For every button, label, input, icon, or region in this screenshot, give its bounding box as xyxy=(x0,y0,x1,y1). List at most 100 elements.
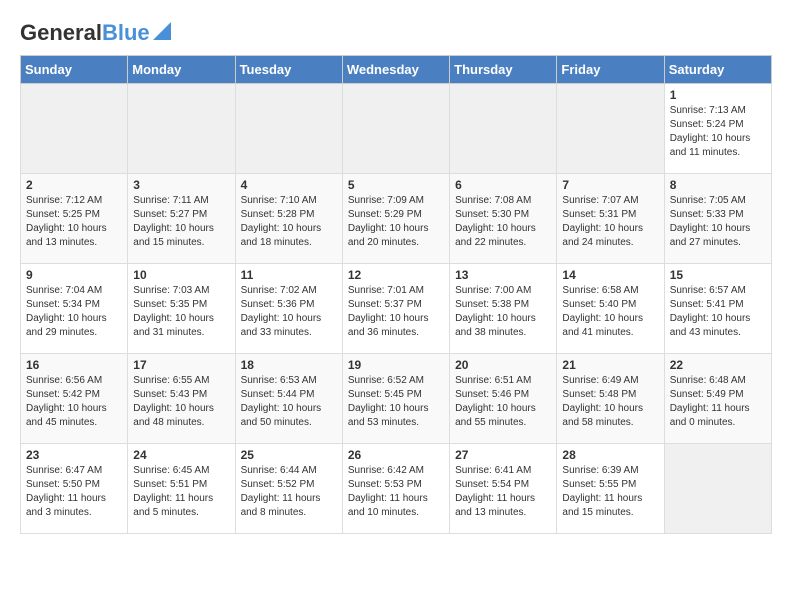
day-header-sunday: Sunday xyxy=(21,56,128,84)
calendar-cell: 14Sunrise: 6:58 AM Sunset: 5:40 PM Dayli… xyxy=(557,264,664,354)
day-info: Sunrise: 7:05 AM Sunset: 5:33 PM Dayligh… xyxy=(670,194,766,250)
day-info: Sunrise: 6:41 AM Sunset: 5:54 PM Dayligh… xyxy=(455,464,551,520)
day-info: Sunrise: 6:39 AM Sunset: 5:55 PM Dayligh… xyxy=(562,464,658,520)
day-info: Sunrise: 7:10 AM Sunset: 5:28 PM Dayligh… xyxy=(241,194,337,250)
logo: GeneralBlue xyxy=(20,20,171,45)
day-header-tuesday: Tuesday xyxy=(235,56,342,84)
day-header-monday: Monday xyxy=(128,56,235,84)
day-number: 25 xyxy=(241,448,337,462)
calendar-cell: 27 Sunrise: 6:41 AM Sunset: 5:54 PM Dayli… xyxy=(450,444,557,534)
day-number: 17 xyxy=(133,358,229,372)
day-info: Sunrise: 6:42 AM Sunset: 5:53 PM Dayligh… xyxy=(348,464,444,520)
day-number: 3 xyxy=(133,178,229,192)
day-info: Sunrise: 7:07 AM Sunset: 5:31 PM Dayligh… xyxy=(562,194,658,250)
day-info: Sunrise: 6:52 AM Sunset: 5:45 PM Dayligh… xyxy=(348,374,444,430)
day-info: Sunrise: 6:51 AM Sunset: 5:46 PM Dayligh… xyxy=(455,374,551,430)
day-number: 11 xyxy=(241,268,337,282)
calendar-cell: 13 Sunrise: 7:00 AM Sunset: 5:38 PM Dayli… xyxy=(450,264,557,354)
calendar-week-row: 2 Sunrise: 7:12 AM Sunset: 5:25 PM Daylig… xyxy=(21,174,772,264)
day-number: 20 xyxy=(455,358,551,372)
calendar-cell: 22 Sunrise: 6:48 AM Sunset: 5:49 PM Dayli… xyxy=(664,354,771,444)
logo-icon xyxy=(153,22,171,40)
day-info: Sunrise: 7:00 AM Sunset: 5:38 PM Dayligh… xyxy=(455,284,551,340)
calendar-cell xyxy=(557,84,664,174)
calendar-cell: 17 Sunrise: 6:55 AM Sunset: 5:43 PM Dayli… xyxy=(128,354,235,444)
day-header-friday: Friday xyxy=(557,56,664,84)
calendar-cell xyxy=(342,84,449,174)
calendar-cell: 25 Sunrise: 6:44 AM Sunset: 5:52 PM Dayli… xyxy=(235,444,342,534)
day-header-thursday: Thursday xyxy=(450,56,557,84)
calendar-cell: 11 Sunrise: 7:02 AM Sunset: 5:36 PM Dayli… xyxy=(235,264,342,354)
day-info: Sunrise: 7:03 AM Sunset: 5:35 PM Dayligh… xyxy=(133,284,229,340)
calendar-cell: 3 Sunrise: 7:11 AM Sunset: 5:27 PM Daylig… xyxy=(128,174,235,264)
calendar-cell: 2 Sunrise: 7:12 AM Sunset: 5:25 PM Daylig… xyxy=(21,174,128,264)
day-info: Sunrise: 7:01 AM Sunset: 5:37 PM Dayligh… xyxy=(348,284,444,340)
day-number: 2 xyxy=(26,178,122,192)
calendar-cell: 18 Sunrise: 6:53 AM Sunset: 5:44 PM Dayli… xyxy=(235,354,342,444)
calendar-cell: 23 Sunrise: 6:47 AM Sunset: 5:50 PM Dayli… xyxy=(21,444,128,534)
day-header-saturday: Saturday xyxy=(664,56,771,84)
day-number: 16 xyxy=(26,358,122,372)
calendar-cell: 28 Sunrise: 6:39 AM Sunset: 5:55 PM Dayli… xyxy=(557,444,664,534)
day-info: Sunrise: 6:45 AM Sunset: 5:51 PM Dayligh… xyxy=(133,464,229,520)
calendar-cell: 9 Sunrise: 7:04 AM Sunset: 5:34 PM Daylig… xyxy=(21,264,128,354)
day-info: Sunrise: 6:55 AM Sunset: 5:43 PM Dayligh… xyxy=(133,374,229,430)
day-info: Sunrise: 6:44 AM Sunset: 5:52 PM Dayligh… xyxy=(241,464,337,520)
day-number: 26 xyxy=(348,448,444,462)
day-info: Sunrise: 7:12 AM Sunset: 5:25 PM Dayligh… xyxy=(26,194,122,250)
day-number: 22 xyxy=(670,358,766,372)
calendar-week-row: 16 Sunrise: 6:56 AM Sunset: 5:42 PM Dayli… xyxy=(21,354,772,444)
calendar-cell: 21 Sunrise: 6:49 AM Sunset: 5:48 PM Dayli… xyxy=(557,354,664,444)
day-number: 12 xyxy=(348,268,444,282)
day-info: Sunrise: 7:04 AM Sunset: 5:34 PM Dayligh… xyxy=(26,284,122,340)
calendar-cell xyxy=(21,84,128,174)
calendar-cell: 15 Sunrise: 6:57 AM Sunset: 5:41 PM Dayli… xyxy=(664,264,771,354)
calendar-cell xyxy=(450,84,557,174)
calendar-cell xyxy=(664,444,771,534)
day-info: Sunrise: 6:48 AM Sunset: 5:49 PM Dayligh… xyxy=(670,374,766,430)
day-number: 7 xyxy=(562,178,658,192)
calendar-week-row: 23 Sunrise: 6:47 AM Sunset: 5:50 PM Dayli… xyxy=(21,444,772,534)
day-number: 5 xyxy=(348,178,444,192)
day-number: 8 xyxy=(670,178,766,192)
day-number: 24 xyxy=(133,448,229,462)
calendar-cell: 8 Sunrise: 7:05 AM Sunset: 5:33 PM Daylig… xyxy=(664,174,771,264)
day-number: 18 xyxy=(241,358,337,372)
day-number: 28 xyxy=(562,448,658,462)
day-number: 15 xyxy=(670,268,766,282)
calendar-week-row: 1Sunrise: 7:13 AM Sunset: 5:24 PM Daylig… xyxy=(21,84,772,174)
day-header-wednesday: Wednesday xyxy=(342,56,449,84)
day-info: Sunrise: 6:57 AM Sunset: 5:41 PM Dayligh… xyxy=(670,284,766,340)
day-info: Sunrise: 6:49 AM Sunset: 5:48 PM Dayligh… xyxy=(562,374,658,430)
day-number: 19 xyxy=(348,358,444,372)
calendar-cell: 24 Sunrise: 6:45 AM Sunset: 5:51 PM Dayli… xyxy=(128,444,235,534)
day-number: 6 xyxy=(455,178,551,192)
day-info: Sunrise: 7:02 AM Sunset: 5:36 PM Dayligh… xyxy=(241,284,337,340)
day-number: 10 xyxy=(133,268,229,282)
calendar-cell: 6 Sunrise: 7:08 AM Sunset: 5:30 PM Daylig… xyxy=(450,174,557,264)
day-number: 23 xyxy=(26,448,122,462)
day-number: 4 xyxy=(241,178,337,192)
day-info: Sunrise: 7:09 AM Sunset: 5:29 PM Dayligh… xyxy=(348,194,444,250)
calendar-cell: 10 Sunrise: 7:03 AM Sunset: 5:35 PM Dayli… xyxy=(128,264,235,354)
day-number: 9 xyxy=(26,268,122,282)
day-info: Sunrise: 7:11 AM Sunset: 5:27 PM Dayligh… xyxy=(133,194,229,250)
day-info: Sunrise: 6:47 AM Sunset: 5:50 PM Dayligh… xyxy=(26,464,122,520)
day-info: Sunrise: 6:56 AM Sunset: 5:42 PM Dayligh… xyxy=(26,374,122,430)
calendar-cell: 20 Sunrise: 6:51 AM Sunset: 5:46 PM Dayli… xyxy=(450,354,557,444)
calendar-cell: 12 Sunrise: 7:01 AM Sunset: 5:37 PM Dayli… xyxy=(342,264,449,354)
logo-text: GeneralBlue xyxy=(20,22,150,44)
day-number: 27 xyxy=(455,448,551,462)
day-number: 21 xyxy=(562,358,658,372)
day-number: 1 xyxy=(670,88,766,102)
day-info: Sunrise: 6:58 AM Sunset: 5:40 PM Dayligh… xyxy=(562,284,658,340)
day-info: Sunrise: 7:08 AM Sunset: 5:30 PM Dayligh… xyxy=(455,194,551,250)
calendar-cell: 7 Sunrise: 7:07 AM Sunset: 5:31 PM Daylig… xyxy=(557,174,664,264)
calendar-cell: 1Sunrise: 7:13 AM Sunset: 5:24 PM Daylig… xyxy=(664,84,771,174)
day-info: Sunrise: 6:53 AM Sunset: 5:44 PM Dayligh… xyxy=(241,374,337,430)
day-number: 13 xyxy=(455,268,551,282)
page-header: GeneralBlue xyxy=(20,20,772,45)
calendar-cell: 16 Sunrise: 6:56 AM Sunset: 5:42 PM Dayli… xyxy=(21,354,128,444)
calendar-cell xyxy=(128,84,235,174)
calendar-week-row: 9 Sunrise: 7:04 AM Sunset: 5:34 PM Daylig… xyxy=(21,264,772,354)
